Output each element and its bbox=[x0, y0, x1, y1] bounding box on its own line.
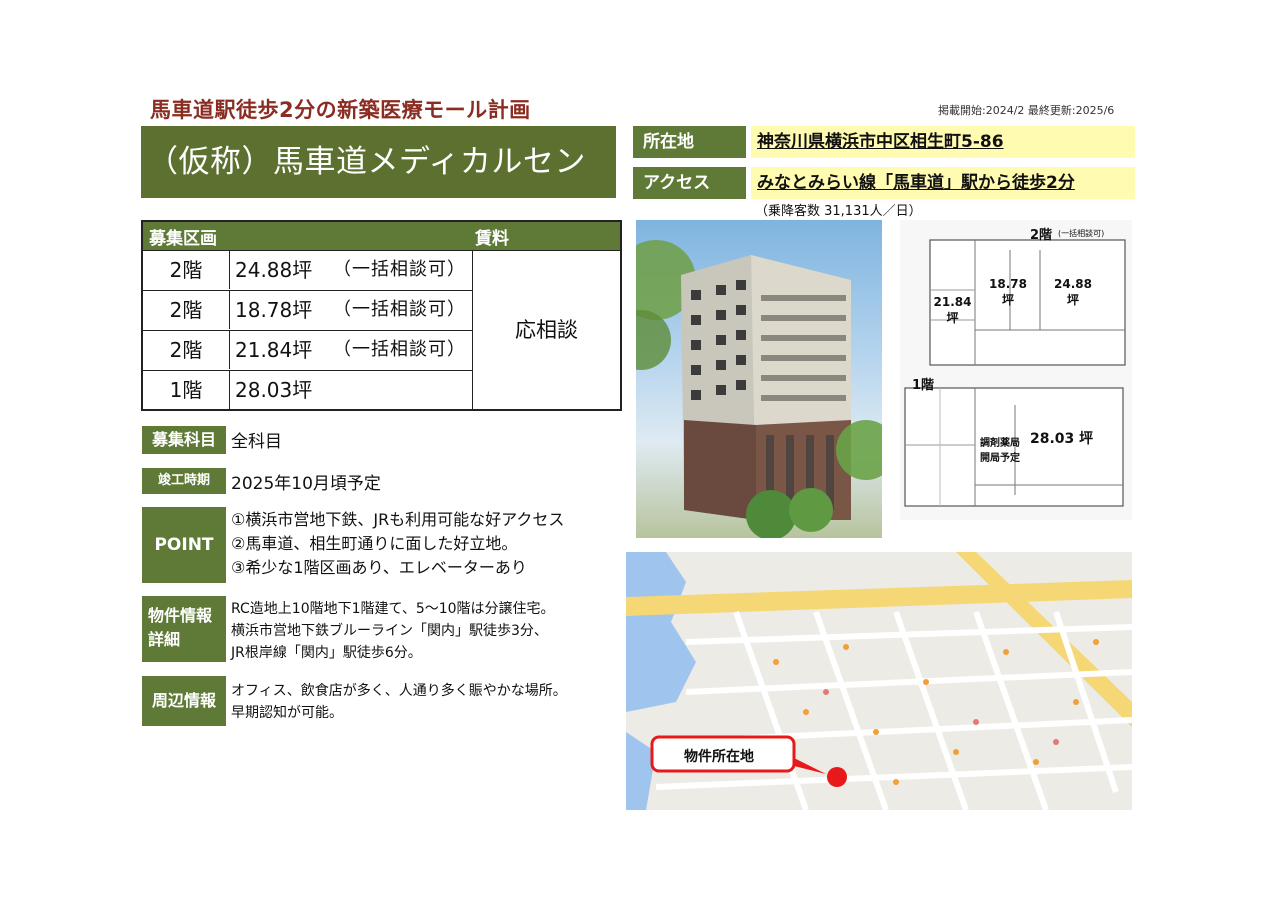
pharmacy-note: 調剤薬局 開局予定 bbox=[980, 436, 1020, 466]
unit-2f-c: 24.88 坪 bbox=[1048, 276, 1098, 308]
completion-label: 竣工時期 bbox=[142, 468, 226, 494]
row-note: （一括相談可） bbox=[333, 339, 466, 360]
location-label: 所在地 bbox=[633, 126, 746, 158]
floor2-label: 2階 bbox=[1030, 228, 1053, 243]
map-callout: 物件所在地 bbox=[684, 749, 754, 765]
table-row: 2階 18.78坪 （一括相談可） bbox=[143, 290, 472, 330]
table-row: 2階 24.88坪 （一括相談可） bbox=[143, 250, 472, 290]
row-floor: 2階 bbox=[143, 291, 230, 329]
property-title: （仮称）馬車道メディカルセンター bbox=[141, 126, 616, 252]
header-section: 募集区画 bbox=[149, 229, 217, 249]
floor-plan-drawing bbox=[904, 239, 1126, 507]
property-info-line: JR根岸線「関内」駅徒歩6分。 bbox=[231, 645, 422, 661]
row-floor: 2階 bbox=[143, 331, 230, 369]
surroundings-text: オフィス、飲食店が多く、人通り多く賑やかな場所。 早期認知が可能。 bbox=[231, 680, 567, 724]
unit-2f-b: 18.78 坪 bbox=[983, 276, 1033, 308]
unit-area: 18.78 bbox=[989, 277, 1027, 291]
pharmacy-line: 調剤薬局 bbox=[980, 438, 1020, 449]
access-label: アクセス bbox=[633, 167, 746, 199]
unit-area: 24.88 bbox=[1054, 277, 1092, 291]
point-item: ③希少な1階区画あり、エレベーターあり bbox=[231, 558, 527, 577]
street-map bbox=[626, 552, 1132, 810]
headline: 馬車道駅徒歩2分の新築医療モール計画 bbox=[150, 98, 531, 122]
property-info-label: 物件情報 詳細 bbox=[142, 596, 226, 662]
row-area: 18.78坪 bbox=[235, 298, 313, 322]
property-info-label-line1: 物件情報 bbox=[148, 606, 213, 625]
table-row: 2階 21.84坪 （一括相談可） bbox=[143, 330, 472, 370]
pharmacy-line: 開局予定 bbox=[980, 453, 1020, 464]
recruitment-table: 募集区画 賃料 2階 24.88坪 （一括相談可） 2階 18.78坪 （一括相… bbox=[141, 220, 622, 411]
area-map: 物件所在地 bbox=[626, 552, 1132, 810]
property-info-line: 横浜市営地下鉄ブルーライン「関内」駅徒歩3分、 bbox=[231, 623, 548, 639]
table-row: 1階 28.03坪 bbox=[143, 370, 472, 410]
unit-tsubo: 坪 bbox=[1066, 293, 1079, 307]
unit-tsubo: 坪 bbox=[946, 311, 959, 325]
floor1-label: 1階 bbox=[912, 378, 935, 393]
unit-2f-a: 21.84 坪 bbox=[930, 294, 975, 326]
row-floor: 2階 bbox=[143, 251, 230, 289]
listing-dates: 掲載開始:2024/2 最終更新:2025/6 bbox=[938, 104, 1115, 117]
point-item: ②馬車道、相生町通りに面した好立地。 bbox=[231, 534, 518, 553]
point-label: POINT bbox=[142, 507, 226, 583]
floor2-note: (一括相談可) bbox=[1058, 229, 1105, 238]
location-value: 神奈川県横浜市中区相生町5-86 bbox=[751, 126, 1135, 158]
row-area: 28.03坪 bbox=[235, 378, 313, 402]
ridership-note: （乗降客数 31,131人／日） bbox=[755, 204, 922, 219]
property-info-line: RC造地上10階地下1階建て、5～10階は分譲住宅。 bbox=[231, 601, 555, 617]
surroundings-label: 周辺情報 bbox=[142, 676, 226, 726]
row-area: 24.88坪 bbox=[235, 258, 313, 282]
unit-tsubo: 坪 bbox=[1001, 293, 1014, 307]
surroundings-line: オフィス、飲食店が多く、人通り多く賑やかな場所。 bbox=[231, 683, 567, 699]
header-rent: 賃料 bbox=[475, 229, 509, 249]
subjects-value: 全科目 bbox=[231, 432, 282, 452]
surroundings-line: 早期認知が可能。 bbox=[231, 705, 343, 721]
building-rendering bbox=[636, 220, 882, 538]
unit-1f: 28.03 坪 bbox=[1030, 431, 1094, 447]
unit-area: 21.84 bbox=[933, 295, 972, 309]
property-info-text: RC造地上10階地下1階建て、5～10階は分譲住宅。 横浜市営地下鉄ブルーライン… bbox=[231, 598, 555, 664]
access-value: みなとみらい線「馬車道」駅から徒歩2分 bbox=[751, 167, 1135, 199]
floor-plan: 2階 (一括相談可) 21.84 坪 18.78 坪 24.88 坪 1階 調剤… bbox=[900, 220, 1132, 520]
point-item: ①横浜市営地下鉄、JRも利用可能な好アクセス bbox=[231, 510, 565, 529]
row-note: （一括相談可） bbox=[333, 259, 466, 280]
completion-value: 2025年10月頃予定 bbox=[231, 474, 381, 494]
building-illustration bbox=[636, 240, 882, 538]
row-floor: 1階 bbox=[143, 371, 230, 409]
rent-value: 応相談 bbox=[472, 250, 620, 409]
property-info-label-line2: 詳細 bbox=[148, 630, 181, 649]
row-area: 21.84坪 bbox=[235, 338, 313, 362]
subjects-label: 募集科目 bbox=[142, 426, 226, 454]
point-list: ①横浜市営地下鉄、JRも利用可能な好アクセス ②馬車道、相生町通りに面した好立地… bbox=[231, 508, 564, 580]
table-header: 募集区画 賃料 bbox=[143, 222, 620, 250]
row-note: （一括相談可） bbox=[333, 299, 466, 320]
location-pin-icon bbox=[829, 769, 845, 785]
